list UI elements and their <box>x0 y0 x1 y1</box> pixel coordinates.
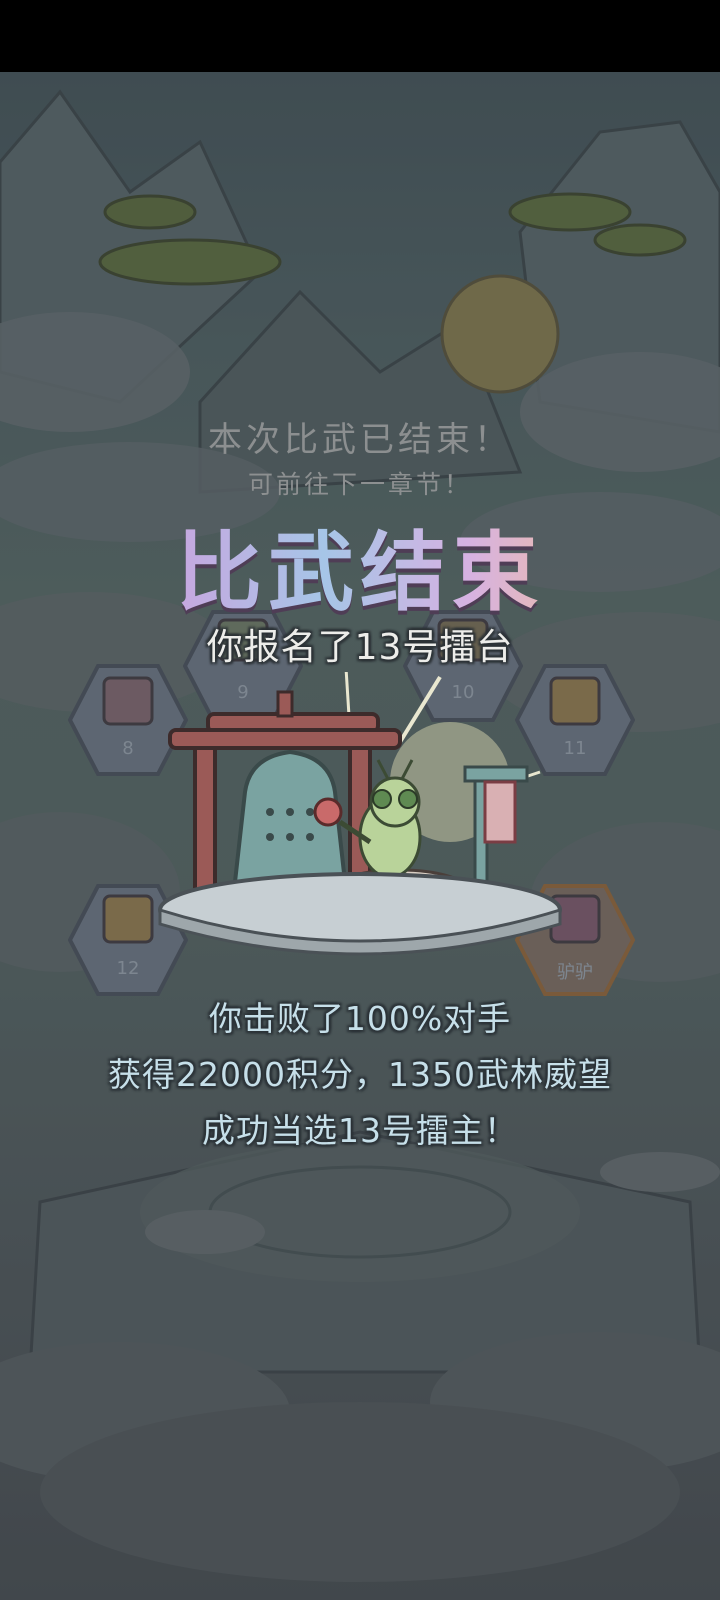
status-bar <box>0 0 720 72</box>
subtitle-next-chapter: 可前往下一章节！ <box>247 470 472 499</box>
game-scene[interactable]: 8 9 10 11 12 驴驴 本次比武已结束！ 可前往下一章节！ 比武结束 你… <box>0 72 720 1600</box>
result-champion-text: 成功当选13号擂主！ <box>202 1111 518 1150</box>
arena-registered-text: 你报名了13号擂台 <box>206 627 514 668</box>
subtitle-match-ended: 本次比武已结束！ <box>208 420 512 460</box>
page-title: 比武结束 <box>0 502 720 627</box>
result-rewards-text: 获得22000积分，1350武林威望 <box>108 1055 612 1094</box>
result-defeated-text: 你击败了100%对手 <box>208 999 512 1038</box>
champion-stage-illustration <box>158 672 562 956</box>
